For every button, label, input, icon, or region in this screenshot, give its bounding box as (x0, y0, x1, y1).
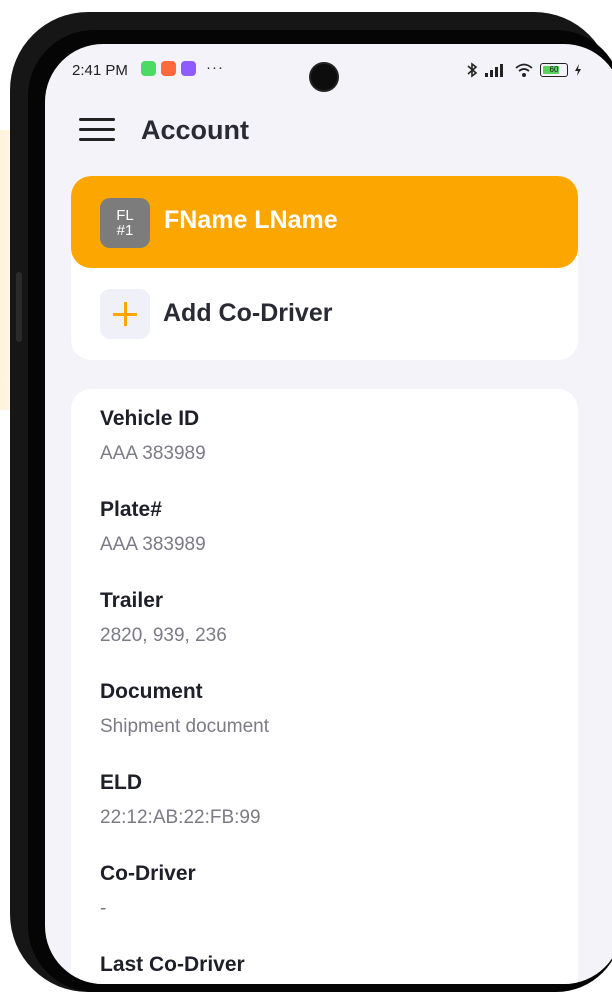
detail-label: Co-Driver (100, 862, 196, 885)
detail-label: Last Co-Driver (100, 953, 245, 976)
status-app-icons: ··· (141, 59, 224, 76)
charging-icon (575, 64, 581, 76)
detail-label: Document (100, 680, 203, 703)
detail-item-last-co-driver: Last Co-Driver (100, 953, 245, 984)
detail-label: Vehicle ID (100, 407, 200, 430)
app-notification-icon (181, 61, 196, 76)
battery-percent: 60 (549, 65, 559, 74)
phone-frame: 2:41 PM ··· 60 Account FL #1 FName LName… (10, 12, 612, 992)
detail-item-plate: Plate# AAA 383989 (100, 498, 206, 556)
detail-item-co-driver: Co-Driver - (100, 862, 196, 920)
driver-name: FName LName (164, 206, 338, 234)
avatar-number: #1 (116, 222, 134, 239)
detail-item-trailer: Trailer 2820, 939, 236 (100, 589, 227, 647)
avatar-initials: FL (116, 207, 134, 224)
wifi-icon (515, 63, 533, 77)
app-bar: Account (45, 104, 612, 156)
bluetooth-icon (467, 62, 478, 78)
signal-icon (485, 64, 503, 77)
app-notification-icon (161, 61, 176, 76)
battery-icon: 60 (540, 63, 568, 77)
more-notifications-icon: ··· (206, 59, 224, 76)
detail-label: Trailer (100, 589, 164, 612)
detail-value: AAA 383989 (100, 443, 206, 464)
detail-value: AAA 383989 (100, 534, 206, 555)
screen: 2:41 PM ··· 60 Account FL #1 FName LName… (45, 44, 612, 984)
status-time: 2:41 PM (72, 62, 128, 79)
volume-button (16, 272, 22, 342)
detail-value: 22:12:AB:22:FB:99 (100, 807, 261, 828)
current-driver-item[interactable]: FL #1 FName LName (71, 176, 578, 268)
app-notification-icon (141, 61, 156, 76)
status-bar: 2:41 PM ··· 60 (45, 44, 612, 98)
hamburger-menu-icon[interactable] (79, 118, 115, 142)
detail-item-document: Document Shipment document (100, 680, 269, 738)
driver-avatar: FL #1 (100, 198, 150, 248)
detail-value: 2820, 939, 236 (100, 625, 227, 646)
plus-icon (100, 289, 150, 339)
detail-label: ELD (100, 771, 142, 794)
page-title: Account (141, 115, 249, 145)
add-co-driver-label: Add Co-Driver (163, 299, 333, 327)
detail-item-vehicle-id: Vehicle ID AAA 383989 (100, 407, 206, 465)
detail-value: - (100, 898, 107, 919)
add-co-driver-button[interactable]: Add Co-Driver (71, 268, 578, 360)
vehicle-details-card: Vehicle ID AAA 383989 Plate# AAA 383989 … (71, 389, 578, 984)
front-camera (311, 64, 337, 90)
driver-card: FL #1 FName LName Add Co-Driver (71, 176, 578, 360)
detail-item-eld: ELD 22:12:AB:22:FB:99 (100, 771, 261, 829)
status-icons: 60 (466, 62, 582, 78)
detail-label: Plate# (100, 498, 162, 521)
detail-value: Shipment document (100, 716, 269, 737)
